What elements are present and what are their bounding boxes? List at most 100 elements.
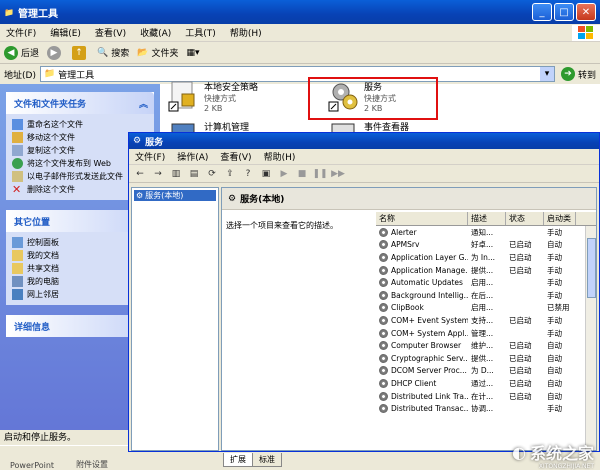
service-name: Distributed Transac... [391, 404, 468, 414]
go-button[interactable]: ➔ 转到 [560, 67, 596, 81]
back-arrow-icon: ◀ [4, 45, 18, 60]
stop-icon[interactable]: ■ [295, 167, 309, 181]
close-button[interactable]: ✕ [576, 3, 596, 21]
properties-icon[interactable]: ▤ [187, 167, 201, 181]
place-label: 共享文档 [27, 264, 59, 273]
table-row[interactable]: COM+ System Appl... 管理... 手动 [376, 327, 596, 340]
table-row[interactable]: Background Intellig... 在后... 手动 [376, 289, 596, 302]
table-row[interactable]: ClipBook 启用... 已禁用 [376, 302, 596, 315]
up-folder-icon: ↑ [72, 45, 87, 60]
place-label: 我的电脑 [27, 277, 59, 286]
menu-tools[interactable]: 工具(T) [185, 26, 216, 39]
menu-favorites[interactable]: 收藏(A) [140, 26, 171, 39]
email-icon [12, 171, 23, 182]
services-menu-view[interactable]: 查看(V) [220, 150, 251, 163]
service-description: 为 In... [471, 252, 496, 262]
file-tasks-header[interactable]: 文件和文件夹任务 ︽ [6, 92, 154, 114]
service-description: 提供... [471, 265, 494, 275]
back-button[interactable]: ◀ 后退 [4, 45, 40, 60]
scrollbar-thumb[interactable] [587, 238, 596, 298]
services-menu-file[interactable]: 文件(F) [135, 150, 165, 163]
maximize-button[interactable]: □ [554, 3, 574, 21]
table-row[interactable]: Application Manage... 提供... 已启动 手动 [376, 264, 596, 277]
place-label: 控制面板 [27, 238, 59, 247]
dropdown-chevron-icon[interactable]: ▾ [539, 67, 554, 81]
service-name-cell: Alerter [376, 227, 468, 237]
explorer-titlebar[interactable]: 📁 管理工具 _ □ ✕ [0, 0, 600, 24]
pause-icon[interactable]: ❚❚ [312, 167, 327, 181]
table-row[interactable]: Distributed Transac... 协调... 手动 [376, 402, 596, 415]
table-row[interactable]: Automatic Updates 启用... 手动 [376, 276, 596, 289]
table-row[interactable]: Cryptographic Serv... 提供... 已启动 自动 [376, 352, 596, 365]
help-icon[interactable]: ? [241, 167, 255, 181]
column-header-description[interactable]: 描述 [468, 212, 506, 225]
folders-button[interactable]: 📂 文件夹 [137, 46, 178, 60]
service-description: 在后... [471, 290, 494, 300]
service-gear-icon [379, 378, 388, 388]
service-name: Cryptographic Serv... [391, 353, 468, 363]
tab-extended[interactable]: 扩展 [223, 453, 253, 467]
service-startup-type: 手动 [547, 328, 562, 338]
services-gear-icon: ⚙ [133, 136, 142, 146]
menu-file[interactable]: 文件(F) [6, 26, 36, 39]
highlight-box [308, 77, 438, 120]
service-name-cell: Cryptographic Serv... [376, 353, 468, 363]
restart-icon[interactable]: ▶▶ [331, 167, 345, 181]
services-menu-help[interactable]: 帮助(H) [264, 150, 296, 163]
service-gear-icon [379, 303, 388, 313]
column-header-startup-type[interactable]: 启动类 [544, 212, 576, 225]
service-name: Distributed Link Tra... [391, 391, 468, 401]
service-name: COM+ System Appl... [391, 328, 468, 338]
views-button[interactable]: ▦▾ [186, 48, 199, 58]
services-rows: Alerter 通知... 手动 APMSrv 好卓... 已启动 自动 Applicatio… [376, 226, 596, 415]
minimize-button[interactable]: _ [532, 3, 552, 21]
service-name: Application Layer G... [391, 252, 468, 262]
tree-item-services-local[interactable]: ⚙ 服务(本地) [134, 190, 216, 201]
column-header-status[interactable]: 状态 [506, 212, 544, 225]
computer-icon [12, 276, 23, 287]
up-folder-button[interactable]: ↑ [72, 45, 89, 60]
table-row[interactable]: Computer Browser 维护... 已启动 自动 [376, 339, 596, 352]
services-menu-action[interactable]: 操作(A) [177, 150, 208, 163]
table-row[interactable]: COM+ Event System 支持... 已启动 手动 [376, 314, 596, 327]
table-row[interactable]: DHCP Client 通过... 已启动 自动 [376, 377, 596, 390]
pane-header: ⚙ 服务(本地) [222, 188, 596, 210]
service-description: 通知... [471, 227, 494, 237]
taskbar-item-powerpoint[interactable]: PowerPoint [10, 461, 54, 470]
back-arrow-icon[interactable]: ← [133, 167, 147, 181]
forward-arrow-icon[interactable]: → [151, 167, 165, 181]
show-tree-icon[interactable]: ▥ [169, 167, 183, 181]
task-rename[interactable]: 重命名这个文件 [12, 118, 148, 131]
service-name-cell: COM+ System Appl... [376, 328, 468, 338]
menu-view[interactable]: 查看(V) [95, 26, 126, 39]
taskbar-item-settings[interactable]: 附件设置 [76, 459, 108, 470]
service-name-cell: DCOM Server Proc... [376, 366, 468, 376]
column-header-name[interactable]: 名称 [376, 212, 468, 225]
menu-edit[interactable]: 编辑(E) [50, 26, 81, 39]
tab-standard[interactable]: 标准 [252, 453, 282, 467]
export-icon[interactable]: ⇪ [223, 167, 237, 181]
play-icon[interactable]: ▶ [277, 167, 291, 181]
table-row[interactable]: Application Layer G... 为 In... 已启动 手动 [376, 251, 596, 264]
forward-button[interactable]: ▶ [47, 45, 64, 60]
back-label: 后退 [21, 49, 40, 59]
pane-header-title: 服务(本地) [240, 195, 285, 205]
table-row[interactable]: APMSrv 好卓... 已启动 自动 [376, 239, 596, 252]
search-button[interactable]: 🔍 搜索 [97, 46, 129, 60]
collapse-chevron-icon[interactable]: ︽ [139, 97, 148, 110]
services-titlebar[interactable]: ⚙ 服务 [129, 133, 599, 149]
description-text: 选择一个项目来查看它的描述。 [226, 221, 338, 230]
vertical-scrollbar[interactable] [585, 226, 596, 450]
service-status: 已启动 [509, 252, 532, 262]
menu-help[interactable]: 帮助(H) [230, 26, 262, 39]
file-local-security-policy[interactable]: 本地安全策略 快捷方式 2 KB [168, 80, 258, 113]
go-arrow-icon: ➔ [560, 67, 575, 81]
service-name-cell: Distributed Transac... [376, 404, 468, 414]
table-row[interactable]: Distributed Link Tra... 在计... 已启动 自动 [376, 390, 596, 403]
details-pane: ⚙ 服务(本地) 选择一个项目来查看它的描述。 名称 描述 状态 启动类 Ale… [221, 187, 597, 451]
console-icon[interactable]: ▣ [259, 167, 273, 181]
table-row[interactable]: DCOM Server Proc... 为 D... 已启动 自动 [376, 365, 596, 378]
refresh-icon[interactable]: ⟳ [205, 167, 219, 181]
address-input[interactable]: 📁 管理工具 ▾ [39, 66, 555, 82]
table-row[interactable]: Alerter 通知... 手动 [376, 226, 596, 239]
